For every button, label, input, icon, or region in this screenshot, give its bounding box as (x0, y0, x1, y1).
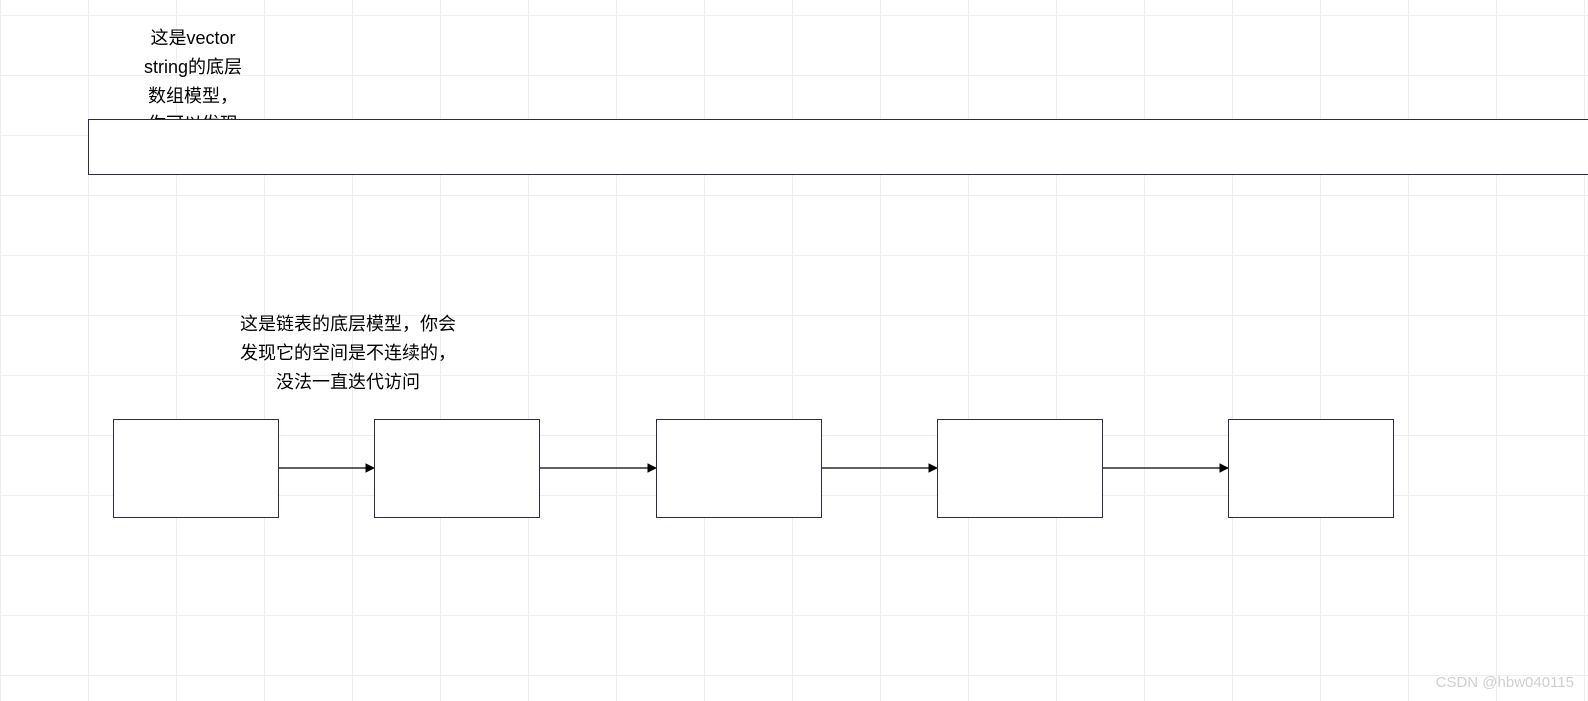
watermark-text: CSDN @hbw040115 (1436, 674, 1574, 691)
diagram-layer: 这是vector string的底层 数组模型， 你可以发现 是连续的 这是链表… (0, 0, 1588, 701)
linked-list-node (374, 419, 540, 518)
linked-list-node (1228, 419, 1394, 518)
linked-list-node (656, 419, 822, 518)
linked-list-node (113, 419, 279, 518)
linked-list-node (937, 419, 1103, 518)
arrows-svg (0, 0, 1588, 701)
